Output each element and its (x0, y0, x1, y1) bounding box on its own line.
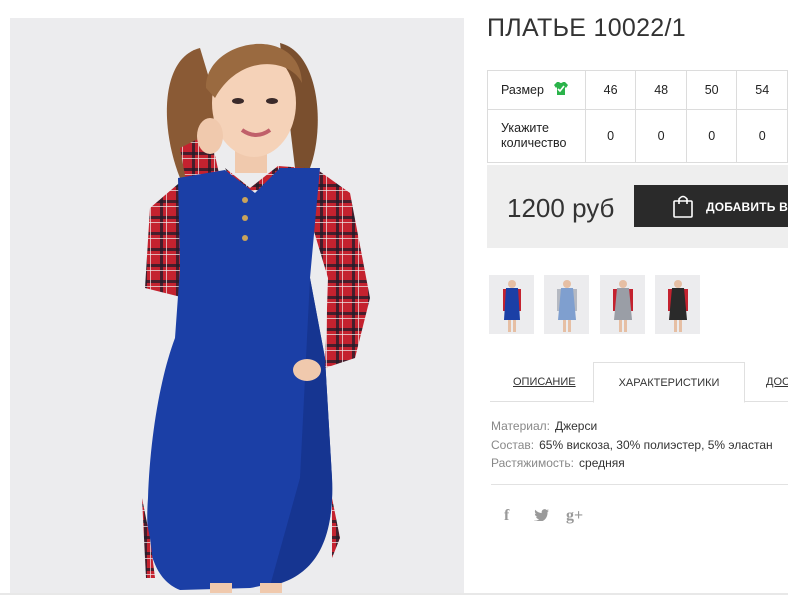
add-to-cart-label: ДОБАВИТЬ В З (706, 200, 788, 214)
spec-key: Состав: (491, 437, 535, 452)
spec-value: средняя (579, 456, 625, 470)
size-table: Размер 46 48 50 54 Укажите количество 0 … (487, 70, 788, 163)
size-option-54[interactable]: 54 (736, 70, 788, 110)
thumbnail-2[interactable] (544, 275, 589, 334)
quantity-input-50[interactable]: 0 (685, 109, 738, 163)
tab-description[interactable]: ОПИСАНИЕ (513, 362, 576, 401)
quantity-label: Укажите количество (487, 109, 586, 163)
product-main-image[interactable] (10, 18, 464, 595)
thumbnail-1[interactable] (489, 275, 534, 334)
spec-row-stretch: Растяжимость: средняя (491, 454, 773, 473)
spec-row-composition: Состав: 65% вискоза, 30% полиэстер, 5% эл… (491, 436, 773, 455)
thumbnail-3[interactable] (600, 275, 645, 334)
quantity-input-54[interactable]: 0 (736, 109, 788, 163)
price-block: 1200 руб ДОБАВИТЬ В З (487, 165, 788, 248)
spec-value: Джерси (554, 419, 598, 433)
size-guide-icon[interactable] (553, 81, 569, 100)
product-title: ПЛАТЬЕ 10022/1 (487, 14, 686, 42)
add-to-cart-button[interactable]: ДОБАВИТЬ В З (634, 185, 788, 227)
section-divider (491, 484, 788, 485)
quantity-input-48[interactable]: 0 (635, 109, 687, 163)
size-row: Размер 46 48 50 54 (487, 70, 788, 110)
size-label-cell: Размер (487, 70, 586, 110)
size-label: Размер (501, 82, 544, 97)
tab-characteristics[interactable]: ХАРАКТЕРИСТИКИ (593, 362, 745, 403)
shopping-bag-icon (672, 194, 694, 221)
spec-key: Растяжимость: (491, 456, 575, 470)
quantity-row: Укажите количество 0 0 0 0 (487, 109, 788, 163)
spec-row-material: Материал: Джерси (491, 417, 773, 436)
twitter-icon[interactable] (534, 508, 549, 524)
spec-key: Материал: (491, 419, 550, 433)
facebook-icon[interactable]: f (504, 507, 509, 525)
size-option-50[interactable]: 50 (685, 70, 738, 110)
price: 1200 руб (507, 193, 615, 223)
thumbnail-4[interactable] (655, 275, 700, 334)
spec-value: 65% вискоза, 30% полиэстер, 5% эластан (539, 437, 773, 452)
tab-delivery[interactable]: ДОС (766, 362, 788, 401)
product-tabs: ОПИСАНИЕ ХАРАКТЕРИСТИКИ ДОС (490, 362, 788, 403)
google-plus-icon[interactable]: g+ (566, 507, 583, 525)
size-option-46[interactable]: 46 (584, 70, 637, 110)
specs-list: Материал: Джерси Состав: 65% вискоза, 30% … (491, 417, 773, 473)
size-option-48[interactable]: 48 (635, 70, 687, 110)
quantity-input-46[interactable]: 0 (584, 109, 637, 163)
